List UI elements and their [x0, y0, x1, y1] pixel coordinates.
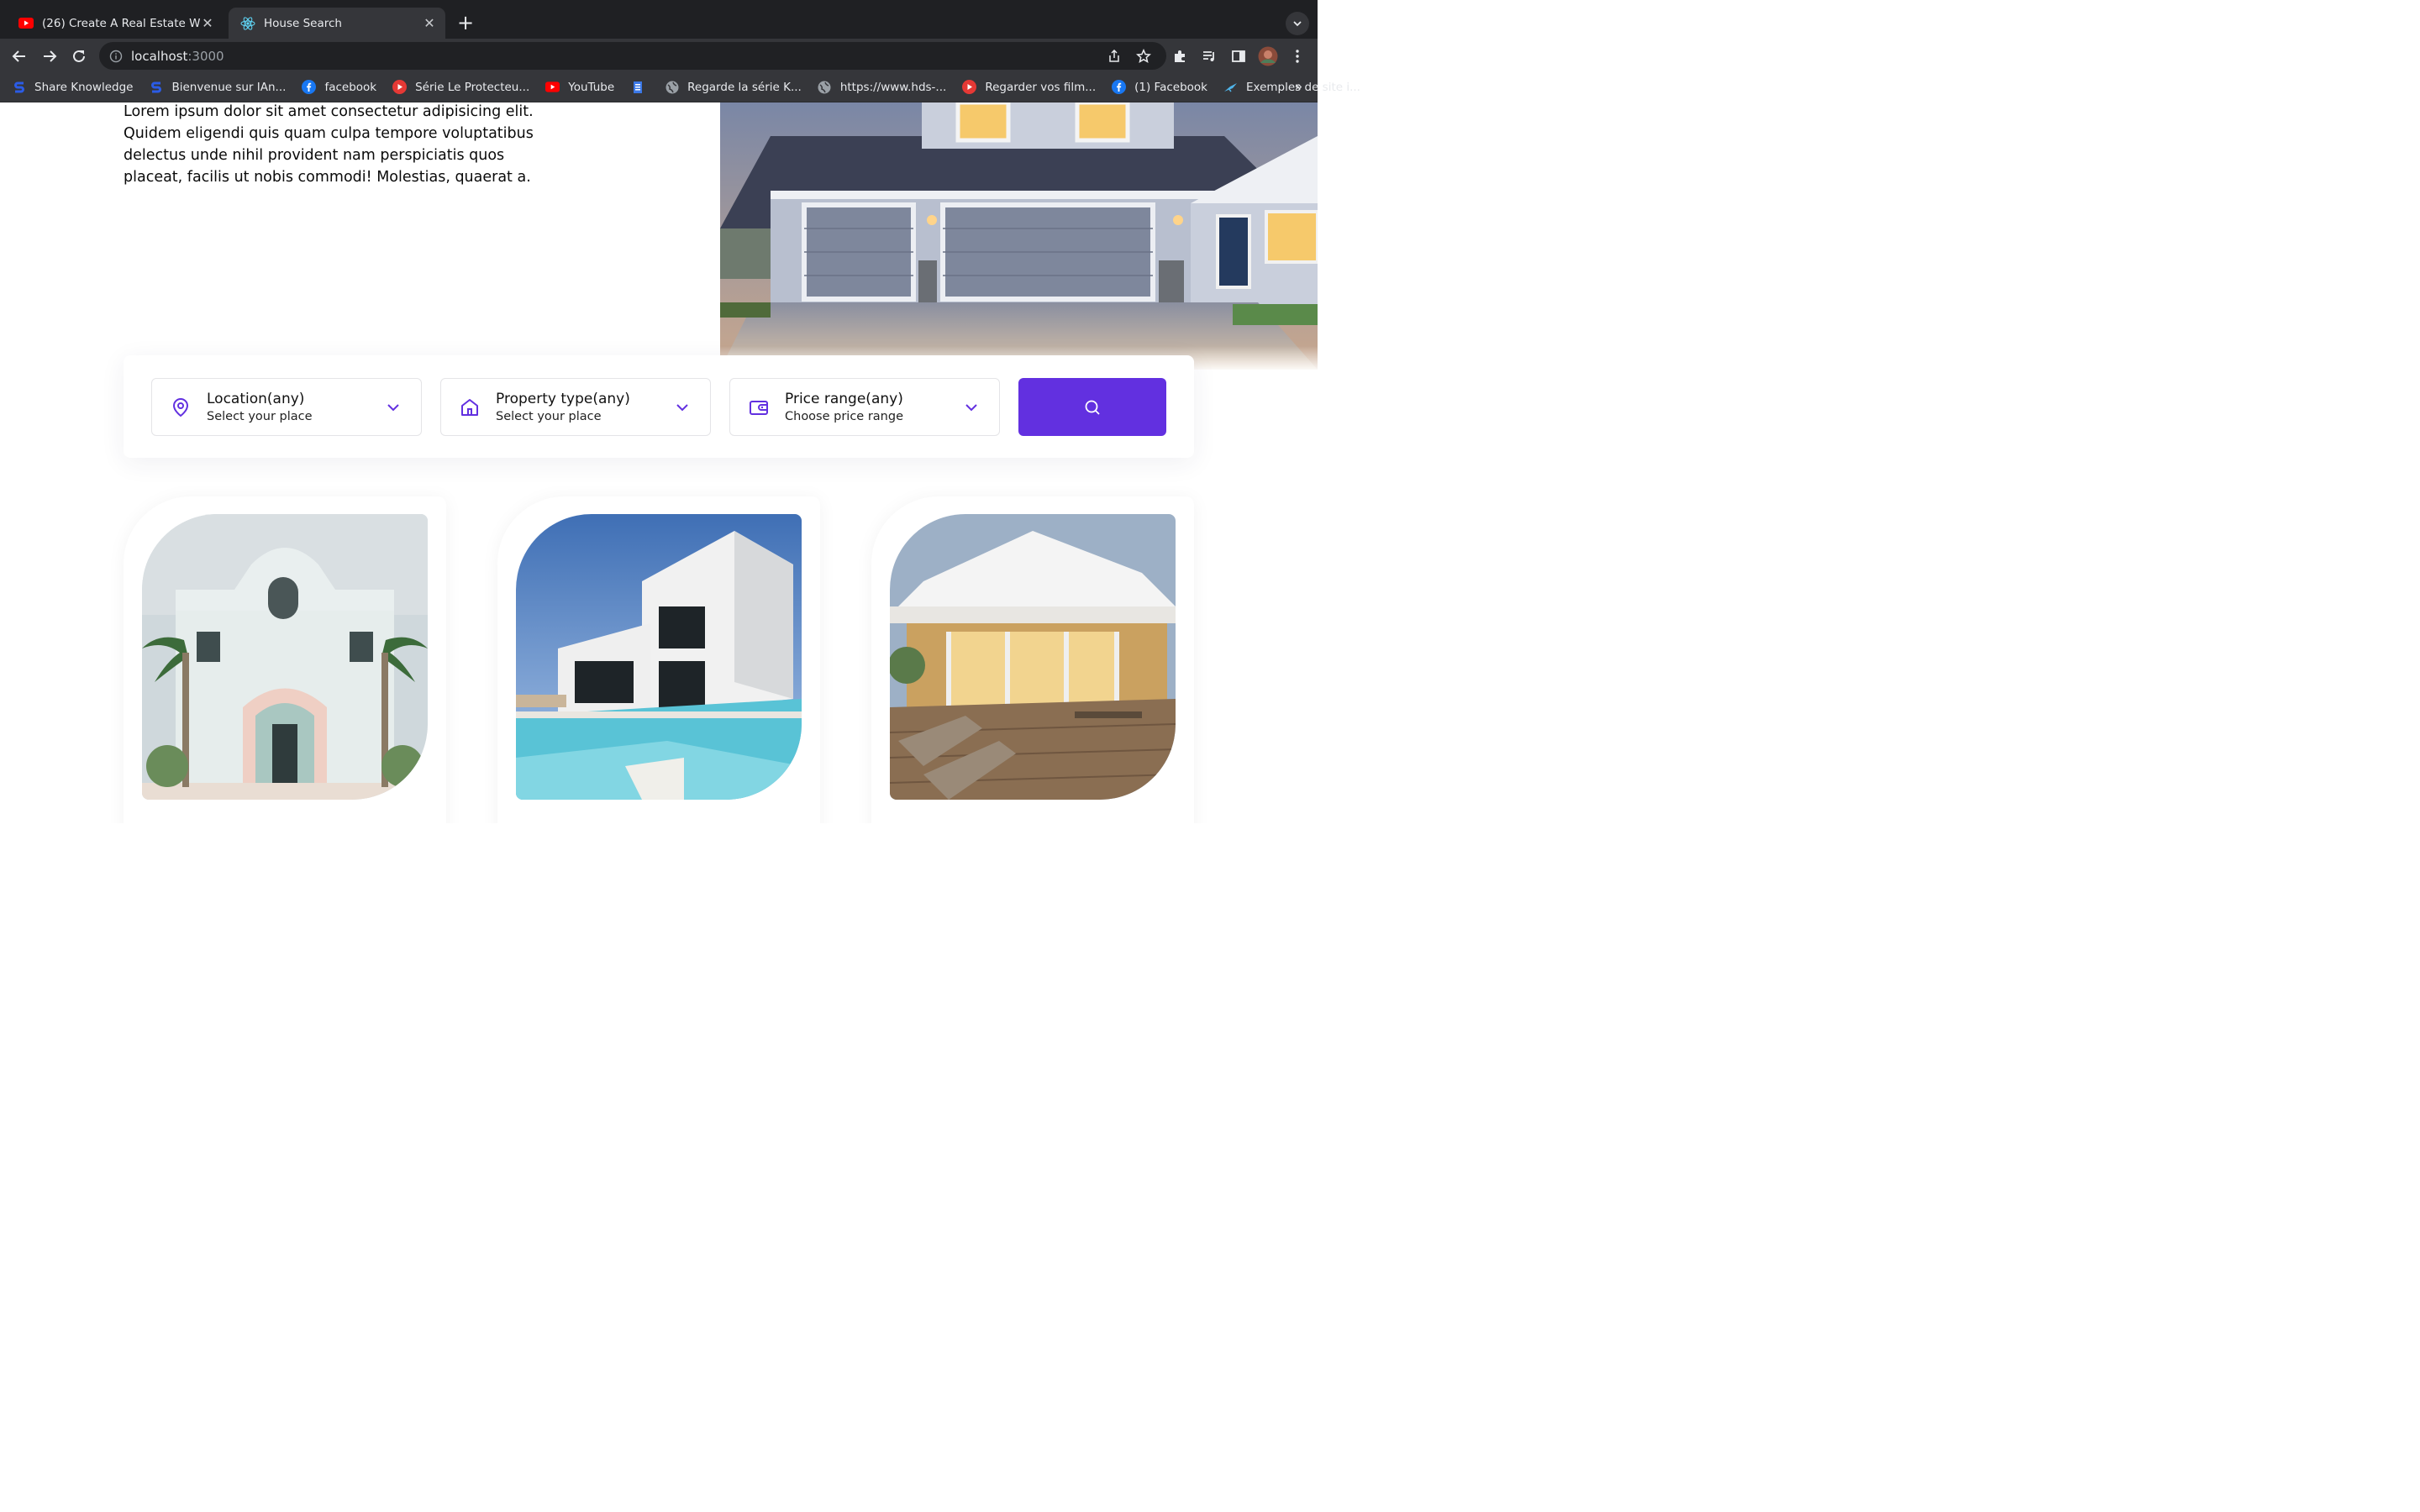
- bookmark-item[interactable]: [630, 80, 644, 94]
- search-icon: [1085, 400, 1100, 415]
- tab-title: (26) Create A Real Estate Webs: [42, 16, 200, 30]
- chevron-down-icon: [962, 398, 981, 417]
- page-viewport: Lorem ipsum dolor sit amet consectetur a…: [0, 102, 1318, 823]
- location-subtitle: Select your place: [207, 409, 313, 423]
- bookmark-star-button[interactable]: [1133, 45, 1155, 67]
- youtube-icon: [545, 80, 560, 94]
- close-tab-icon[interactable]: ✕: [200, 15, 215, 31]
- bookmark-label: Bienvenue sur IAn...: [171, 80, 287, 94]
- bookmark-item[interactable]: Regarder vos film...: [962, 80, 1096, 94]
- bookmark-item[interactable]: (1) Facebook: [1112, 80, 1207, 94]
- new-tab-button[interactable]: +: [454, 12, 477, 35]
- bookmark-item[interactable]: Exemples de site i...: [1223, 80, 1360, 94]
- home-icon: [460, 397, 480, 417]
- profile-avatar[interactable]: [1257, 45, 1279, 67]
- property-image: [890, 514, 1176, 800]
- tab-youtube-video[interactable]: (26) Create A Real Estate Webs ✕: [7, 8, 224, 39]
- tab-title: House Search: [264, 16, 342, 30]
- s-logo-icon: [12, 80, 26, 94]
- close-tab-icon[interactable]: ✕: [422, 15, 437, 31]
- bookmark-label: Série Le Protecteu...: [415, 80, 530, 94]
- bookmark-item[interactable]: facebook: [302, 80, 376, 94]
- bookmark-label: Regarder vos film...: [985, 80, 1097, 94]
- play-icon: [962, 80, 977, 94]
- wallet-icon: [749, 397, 769, 417]
- bookmark-item[interactable]: Bienvenue sur IAn...: [149, 80, 286, 94]
- reload-icon: [73, 50, 85, 62]
- more-vertical-icon: [1296, 50, 1299, 63]
- info-icon: [109, 50, 123, 62]
- puzzle-icon: [1175, 50, 1185, 62]
- star-icon: [1136, 49, 1151, 64]
- bookmark-label: Exemples de site i...: [1245, 80, 1360, 94]
- globe-icon: [665, 80, 679, 94]
- bird-icon: [1223, 80, 1238, 94]
- arrow-left-icon: [12, 50, 25, 62]
- bookmark-label: https://www.hds-...: [839, 80, 947, 94]
- bookmark-item[interactable]: Série Le Protecteu...: [392, 80, 529, 94]
- property-type-title: Property type(any): [496, 390, 630, 407]
- property-card[interactable]: [497, 496, 820, 823]
- property-card[interactable]: [124, 496, 446, 823]
- hero-description: Lorem ipsum dolor sit amet consectetur a…: [124, 103, 534, 186]
- property-type-dropdown[interactable]: Property type(any) Select your place: [440, 378, 711, 436]
- facebook-icon: [1112, 80, 1127, 94]
- react-icon: [240, 16, 255, 31]
- side-panel-button[interactable]: [1228, 45, 1249, 67]
- bookmark-label: Share Knowledge: [34, 80, 134, 94]
- bookmark-item[interactable]: Regarde la série K...: [665, 80, 802, 94]
- price-range-dropdown[interactable]: Price range(any) Choose price range: [729, 378, 1000, 436]
- url-host: localhost: [131, 48, 188, 64]
- url-port: :3000: [187, 48, 224, 64]
- property-type-subtitle: Select your place: [496, 409, 602, 423]
- property-card[interactable]: [871, 496, 1194, 823]
- forward-button[interactable]: [39, 45, 60, 67]
- bookmark-label: Regarde la série K...: [687, 80, 802, 94]
- extensions-button[interactable]: [1169, 45, 1191, 67]
- location-title: Location(any): [207, 390, 305, 407]
- play-icon: [392, 80, 408, 94]
- youtube-icon: [18, 16, 34, 31]
- media-controls-button[interactable]: [1198, 45, 1220, 67]
- property-image: [142, 514, 428, 800]
- chevron-down-icon: [1293, 21, 1302, 27]
- globe-icon: [818, 80, 832, 94]
- browser-tab-strip: (26) Create A Real Estate Webs ✕ House S…: [0, 0, 1318, 39]
- bookmarks-overflow-button[interactable]: »: [1295, 79, 1302, 94]
- bookmark-label: (1) Facebook: [1134, 80, 1207, 94]
- bookmark-item[interactable]: YouTube: [545, 80, 614, 94]
- playlist-icon: [1203, 51, 1214, 61]
- bookmark-item[interactable]: https://www.hds-...: [818, 80, 946, 94]
- chevron-down-icon: [673, 398, 692, 417]
- reload-button[interactable]: [68, 45, 90, 67]
- tab-house-search[interactable]: House Search ✕: [229, 8, 445, 39]
- share-icon: [1109, 50, 1119, 62]
- bookmark-label: facebook: [324, 80, 377, 94]
- back-button[interactable]: [8, 45, 30, 67]
- bookmark-item[interactable]: Share Knowledge: [12, 80, 133, 94]
- property-image: [516, 514, 802, 800]
- browser-menu-button[interactable]: [1286, 45, 1308, 67]
- chevron-down-icon: [384, 398, 402, 417]
- search-button[interactable]: [1018, 378, 1166, 436]
- location-dropdown[interactable]: Location(any) Select your place: [151, 378, 422, 436]
- s-logo-icon: [149, 80, 163, 94]
- bookmarks-bar: Share Knowledge Bienvenue sur IAn... fac…: [0, 72, 1360, 102]
- arrow-right-icon: [44, 50, 57, 62]
- hero-house-image: [720, 102, 1318, 370]
- address-bar[interactable]: localhost:3000: [99, 42, 1166, 70]
- bookmark-label: YouTube: [568, 80, 615, 94]
- side-panel-icon: [1232, 50, 1245, 62]
- document-icon: [630, 80, 644, 94]
- browser-toolbar: localhost:3000: [0, 39, 1318, 72]
- tab-search-button[interactable]: [1286, 12, 1309, 35]
- price-range-subtitle: Choose price range: [785, 409, 903, 423]
- avatar-icon: [1258, 46, 1278, 66]
- share-button[interactable]: [1103, 45, 1125, 67]
- facebook-icon: [302, 80, 317, 94]
- map-pin-icon: [171, 397, 191, 417]
- search-filter-panel: Location(any) Select your place Property…: [124, 355, 1194, 458]
- price-range-title: Price range(any): [785, 390, 903, 407]
